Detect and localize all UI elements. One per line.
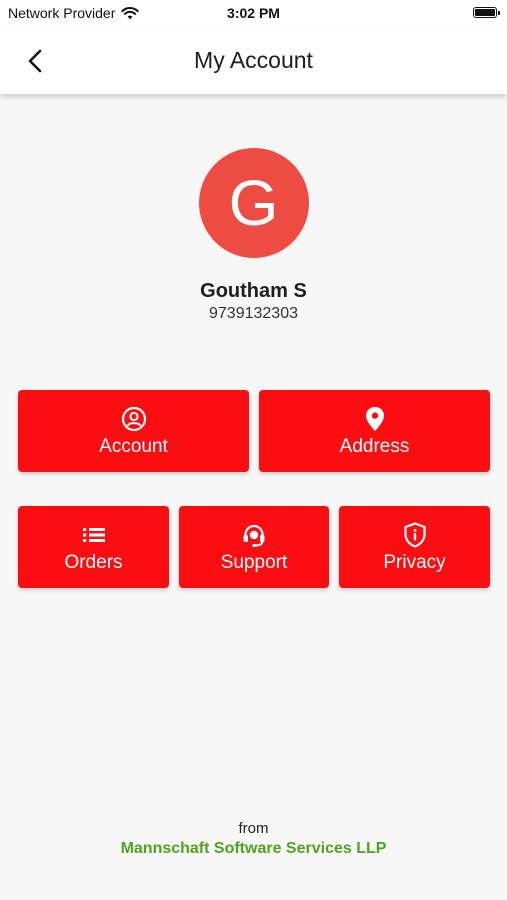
company-name: Mannschaft Software Services LLP: [120, 840, 387, 857]
address-button[interactable]: Address: [259, 390, 490, 472]
user-name: Goutham S: [200, 280, 307, 302]
page-title: My Account: [194, 47, 313, 73]
support-label: Support: [220, 552, 288, 573]
orders-label: Orders: [64, 552, 123, 573]
orders-button[interactable]: Orders: [18, 506, 169, 588]
footer: from Mannschaft Software Services LLP: [0, 820, 507, 858]
avatar: G: [198, 148, 309, 258]
location-pin-icon: [365, 407, 384, 431]
user-phone: 9739132303: [209, 305, 298, 322]
status-time: 3:02 PM: [227, 5, 280, 21]
address-label: Address: [339, 436, 410, 457]
account-button[interactable]: Account: [18, 390, 249, 472]
privacy-button[interactable]: Privacy: [339, 506, 490, 588]
profile-section: G Goutham S 9739132303: [0, 148, 507, 323]
list-icon: [82, 528, 105, 542]
support-button[interactable]: Support: [179, 506, 329, 588]
shield-info-icon: [403, 522, 426, 548]
user-circle-icon: [121, 406, 146, 432]
status-bar: Network Provider 3:02 PM: [0, 0, 507, 28]
footer-from: from: [238, 820, 269, 837]
battery-icon: [473, 7, 500, 18]
headset-icon: [243, 524, 265, 547]
nav-bar: My Account: [0, 28, 507, 94]
privacy-label: Privacy: [383, 552, 446, 573]
account-label: Account: [99, 436, 168, 457]
